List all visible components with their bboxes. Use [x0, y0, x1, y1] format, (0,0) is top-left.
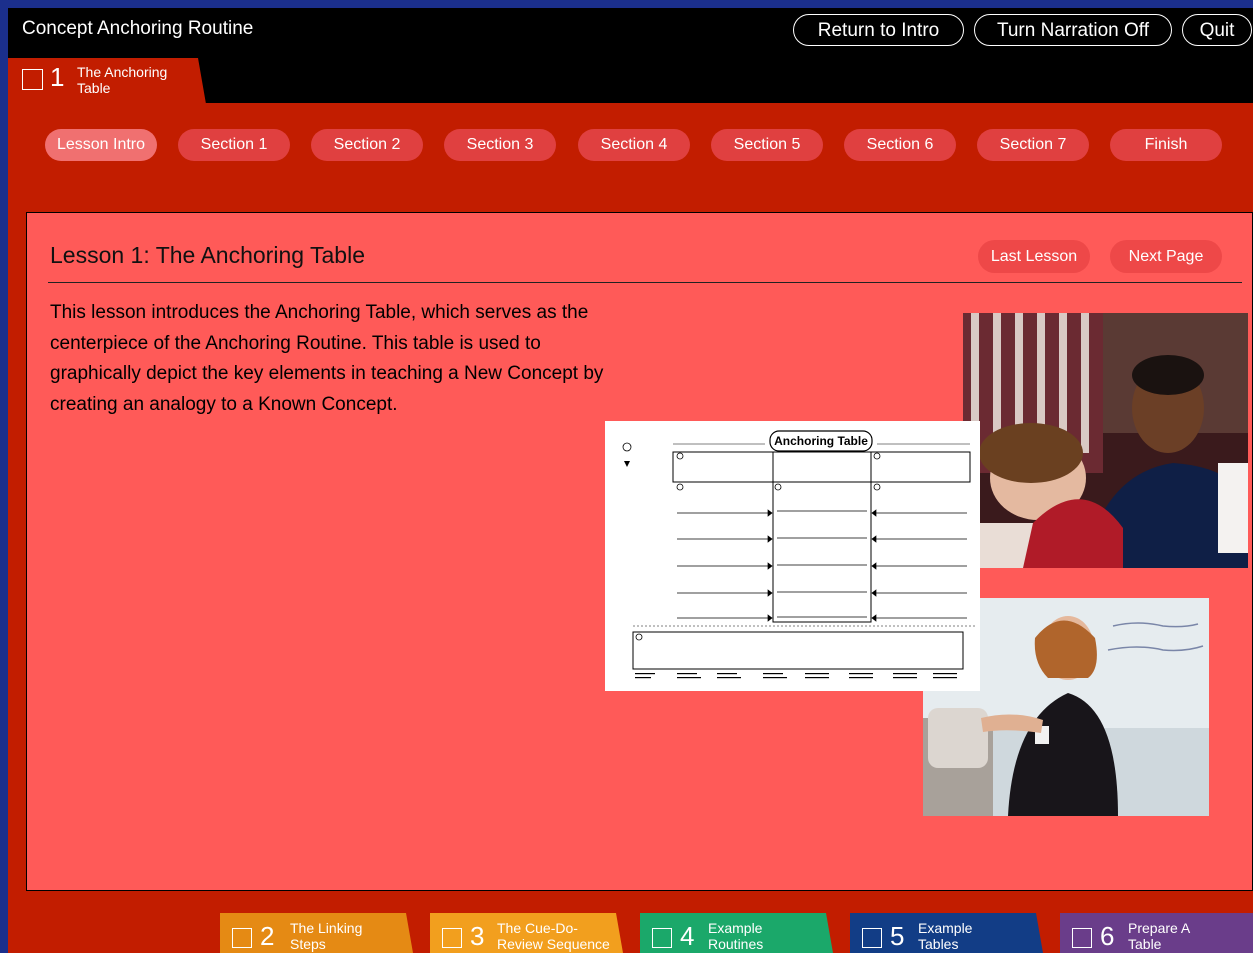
checkbox-icon[interactable]	[232, 928, 252, 948]
tab-section-7[interactable]: Section 7	[977, 129, 1089, 161]
module-number: 5	[890, 921, 905, 951]
tab-section-2[interactable]: Section 2	[311, 129, 423, 161]
tab-lesson-intro[interactable]: Lesson Intro	[45, 129, 157, 161]
module-label: The Cue-Do- Review Sequence	[497, 920, 610, 952]
module-number: 6	[1100, 921, 1115, 951]
tab-section-1[interactable]: Section 1	[178, 129, 290, 161]
checkbox-icon[interactable]	[652, 928, 672, 948]
tab-section-5[interactable]: Section 5	[711, 129, 823, 161]
lesson-description: This lesson introduces the Anchoring Tab…	[50, 302, 604, 415]
quit-button[interactable]: Quit	[1182, 14, 1252, 46]
module-tab-2[interactable]: 2 The Linking Steps	[220, 913, 413, 953]
checkbox-icon[interactable]	[442, 928, 462, 948]
return-to-intro-button[interactable]: Return to Intro	[793, 14, 964, 46]
tab-section-3[interactable]: Section 3	[444, 129, 556, 161]
title-divider	[48, 282, 1242, 283]
module-tab-5[interactable]: 5 Example Tables	[850, 913, 1043, 953]
tab-finish[interactable]: Finish	[1110, 129, 1222, 161]
classroom-students-photo	[963, 313, 1248, 568]
module-tab-6[interactable]: 6 Prepare A Table	[1060, 913, 1253, 953]
checkbox-icon[interactable]	[1072, 928, 1092, 948]
lesson-title: Lesson 1: The Anchoring Table	[50, 242, 365, 268]
app-title: Concept Anchoring Routine	[22, 18, 254, 39]
module-tab-4[interactable]: 4 Example Routines	[640, 913, 833, 953]
tab-section-6[interactable]: Section 6	[844, 129, 956, 161]
module-label: The Linking Steps	[290, 920, 363, 952]
module-label: Example Tables	[918, 920, 973, 952]
anchoring-table-worksheet: Anchoring Table	[605, 421, 980, 691]
module-label: Prepare A Table	[1128, 920, 1191, 952]
module-tab-3[interactable]: 3 The Cue-Do- Review Sequence	[430, 913, 623, 953]
module-number: 4	[680, 921, 695, 951]
checkbox-icon[interactable]	[22, 69, 43, 90]
next-page-button[interactable]: Next Page	[1110, 240, 1222, 273]
module-label: Example Routines	[708, 920, 764, 952]
last-lesson-button[interactable]: Last Lesson	[978, 240, 1090, 273]
module-number: 3	[470, 921, 485, 951]
module-label: The Anchoring Table	[77, 64, 168, 96]
module-number: 1	[50, 62, 65, 92]
checkbox-icon[interactable]	[862, 928, 882, 948]
tab-section-4[interactable]: Section 4	[578, 129, 690, 161]
module-number: 2	[260, 921, 275, 951]
turn-narration-off-button[interactable]: Turn Narration Off	[974, 14, 1172, 46]
worksheet-title: Anchoring Table	[774, 434, 868, 448]
